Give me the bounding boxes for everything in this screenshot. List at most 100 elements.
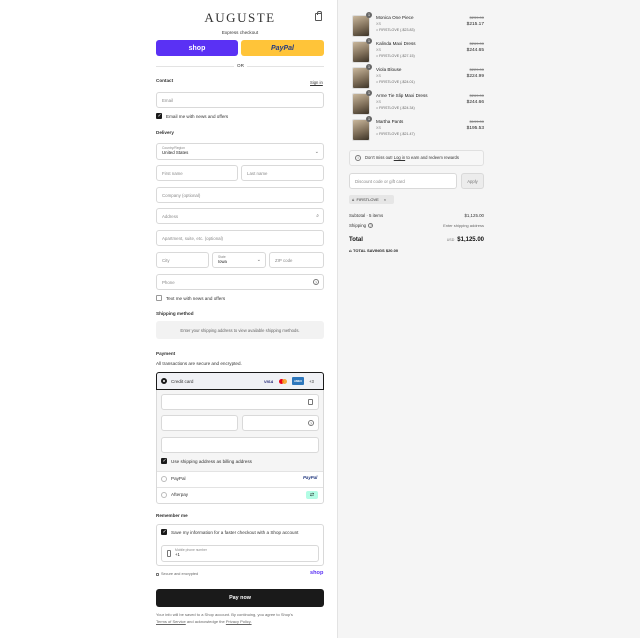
- phone-placeholder: Phone: [162, 279, 175, 285]
- shop-pay-button[interactable]: shop: [156, 40, 238, 56]
- product-name: Viola Blouse: [376, 67, 402, 72]
- discount-tag-label: FIRSTLOVE: [356, 197, 379, 202]
- product-item: 1 Monica One Piece XS ⌂ FIRSTLOVE (-$23.…: [352, 12, 484, 37]
- pay-now-button[interactable]: Pay now: [156, 589, 324, 607]
- help-icon[interactable]: ?: [308, 420, 314, 426]
- payment-subtitle: All transactions are secure and encrypte…: [156, 361, 242, 366]
- card-number-field[interactable]: [161, 394, 319, 410]
- terms-link[interactable]: Terms of Service: [156, 619, 186, 624]
- last-name-placeholder: Last name: [247, 170, 268, 176]
- checkout-form-panel: AUGUSTE Express checkout shop PayPal OR …: [0, 0, 337, 638]
- product-discount-text: FIRSTLOVE (-$21.47): [379, 132, 415, 136]
- first-name-field[interactable]: First name: [156, 165, 238, 181]
- billing-label: Use shipping address as billing address: [171, 459, 252, 464]
- product-discount: ⌂ FIRSTLOVE (-$23.83): [376, 28, 415, 32]
- afterpay-logo-icon: ⇄: [306, 491, 318, 499]
- product-original-price: $199.00: [469, 119, 484, 124]
- shipping-row: Shipping ? Enter shipping address: [349, 223, 484, 228]
- product-name: Arme Tie Slip Maxi Dress: [376, 93, 428, 98]
- tag-icon: ⌂: [352, 197, 355, 202]
- text-offers-label: Text me with news and offers: [166, 296, 226, 301]
- product-image: [352, 119, 370, 141]
- quantity-badge: 1: [366, 116, 372, 122]
- chevron-down-icon: ⌄: [314, 149, 319, 155]
- rewards-login-link[interactable]: Log in: [394, 155, 405, 160]
- quantity-badge: 1: [366, 64, 372, 70]
- help-icon[interactable]: ?: [313, 279, 319, 285]
- expiration-field[interactable]: [161, 415, 238, 431]
- product-price: $244.66: [466, 100, 484, 105]
- country-select[interactable]: Country/Region United States ⌄: [156, 143, 324, 160]
- email-field[interactable]: Email: [156, 92, 324, 108]
- subtotal-label: Subtotal · 5 items: [349, 213, 384, 218]
- product-variant: XS: [376, 100, 382, 104]
- email-placeholder: Email: [162, 97, 173, 103]
- quantity-badge: 1: [366, 90, 372, 96]
- express-checkout-label: Express checkout: [221, 30, 259, 35]
- state-select[interactable]: State Iowa ⌄: [212, 252, 266, 268]
- product-item: 1 Arme Tie Slip Maxi Dress XS ⌂ FIRSTLOV…: [352, 90, 484, 115]
- discount-code-placeholder: Discount code or gift card: [355, 178, 405, 184]
- product-image: [352, 67, 370, 89]
- savings-value: $20.00: [385, 248, 399, 253]
- apartment-field[interactable]: Apartment, suite, etc. (optional): [156, 230, 324, 246]
- paypal-radio[interactable]: [161, 476, 167, 482]
- product-price: $215.17: [466, 22, 484, 27]
- city-field[interactable]: City: [156, 252, 209, 268]
- news-checkbox[interactable]: [156, 113, 162, 119]
- product-original-price: $239.00: [469, 15, 484, 20]
- city-placeholder: City: [162, 257, 170, 263]
- save-info-checkbox[interactable]: [161, 529, 167, 535]
- billing-checkbox[interactable]: [161, 458, 167, 464]
- product-discount-text: FIRSTLOVE (-$23.83): [379, 28, 415, 32]
- name-on-card-field[interactable]: [161, 437, 319, 453]
- product-discount: ⌂ FIRSTLOVE (-$24.34): [376, 106, 415, 110]
- paypal-button[interactable]: PayPal: [241, 40, 324, 56]
- product-image: [352, 93, 370, 115]
- help-icon[interactable]: ?: [368, 223, 374, 228]
- shop-pay-label: shop: [188, 44, 206, 52]
- shopping-bag-icon[interactable]: [315, 11, 322, 21]
- paypal-option-label: PayPal: [171, 476, 186, 481]
- product-price: $244.65: [466, 48, 484, 53]
- last-name-field[interactable]: Last name: [241, 165, 324, 181]
- rewards-text-1: Don't miss out!: [365, 155, 393, 160]
- product-price: $195.53: [466, 126, 484, 131]
- shop-logo: shop: [310, 570, 324, 576]
- apartment-placeholder: Apartment, suite, etc. (optional): [162, 235, 224, 241]
- apply-button[interactable]: Apply: [461, 173, 484, 189]
- security-code-field[interactable]: ?: [242, 415, 319, 431]
- product-variant: XS: [376, 74, 382, 78]
- product-discount-text: FIRSTLOVE (-$24.34): [379, 106, 415, 110]
- rewards-text: Don't miss out! Log in to earn and redee…: [365, 155, 459, 160]
- savings-label: TOTAL SAVINGS: [353, 248, 385, 253]
- remember-me-heading: Remember me: [156, 513, 188, 518]
- mobile-phone-field[interactable]: Mobile phone number +1: [161, 545, 319, 562]
- address-field[interactable]: Address ⌕: [156, 208, 324, 224]
- product-variant: XS: [376, 126, 382, 130]
- product-price: $224.99: [466, 74, 484, 79]
- subtotal-value: $1,125.00: [464, 213, 484, 218]
- remove-tag-icon[interactable]: ×: [384, 197, 386, 202]
- sign-in-link[interactable]: Sign in: [310, 80, 323, 85]
- product-discount: ⌂ FIRSTLOVE (-$24.01): [376, 80, 415, 84]
- credit-card-radio[interactable]: [161, 378, 167, 384]
- pay-now-label: Pay now: [229, 595, 251, 601]
- phone-field[interactable]: Phone ?: [156, 274, 324, 290]
- afterpay-radio[interactable]: [161, 492, 167, 498]
- text-offers-checkbox[interactable]: [156, 295, 162, 301]
- search-icon: ⌕: [316, 213, 319, 219]
- visa-icon: VISA: [264, 379, 274, 384]
- zip-field[interactable]: ZIP code: [269, 252, 324, 268]
- brand-logo[interactable]: AUGUSTE: [156, 10, 324, 26]
- discount-code-field[interactable]: Discount code or gift card: [349, 173, 457, 189]
- delivery-heading: Delivery: [156, 130, 174, 135]
- credit-card-label: Credit card: [171, 379, 194, 384]
- address-placeholder: Address: [162, 213, 179, 219]
- company-field[interactable]: Company (optional): [156, 187, 324, 203]
- zip-placeholder: ZIP code: [275, 257, 293, 263]
- privacy-link[interactable]: Privacy Policy.: [226, 619, 252, 624]
- product-original-price: $229.00: [469, 67, 484, 72]
- payment-heading: Payment: [156, 351, 176, 356]
- mastercard-icon: [278, 378, 289, 385]
